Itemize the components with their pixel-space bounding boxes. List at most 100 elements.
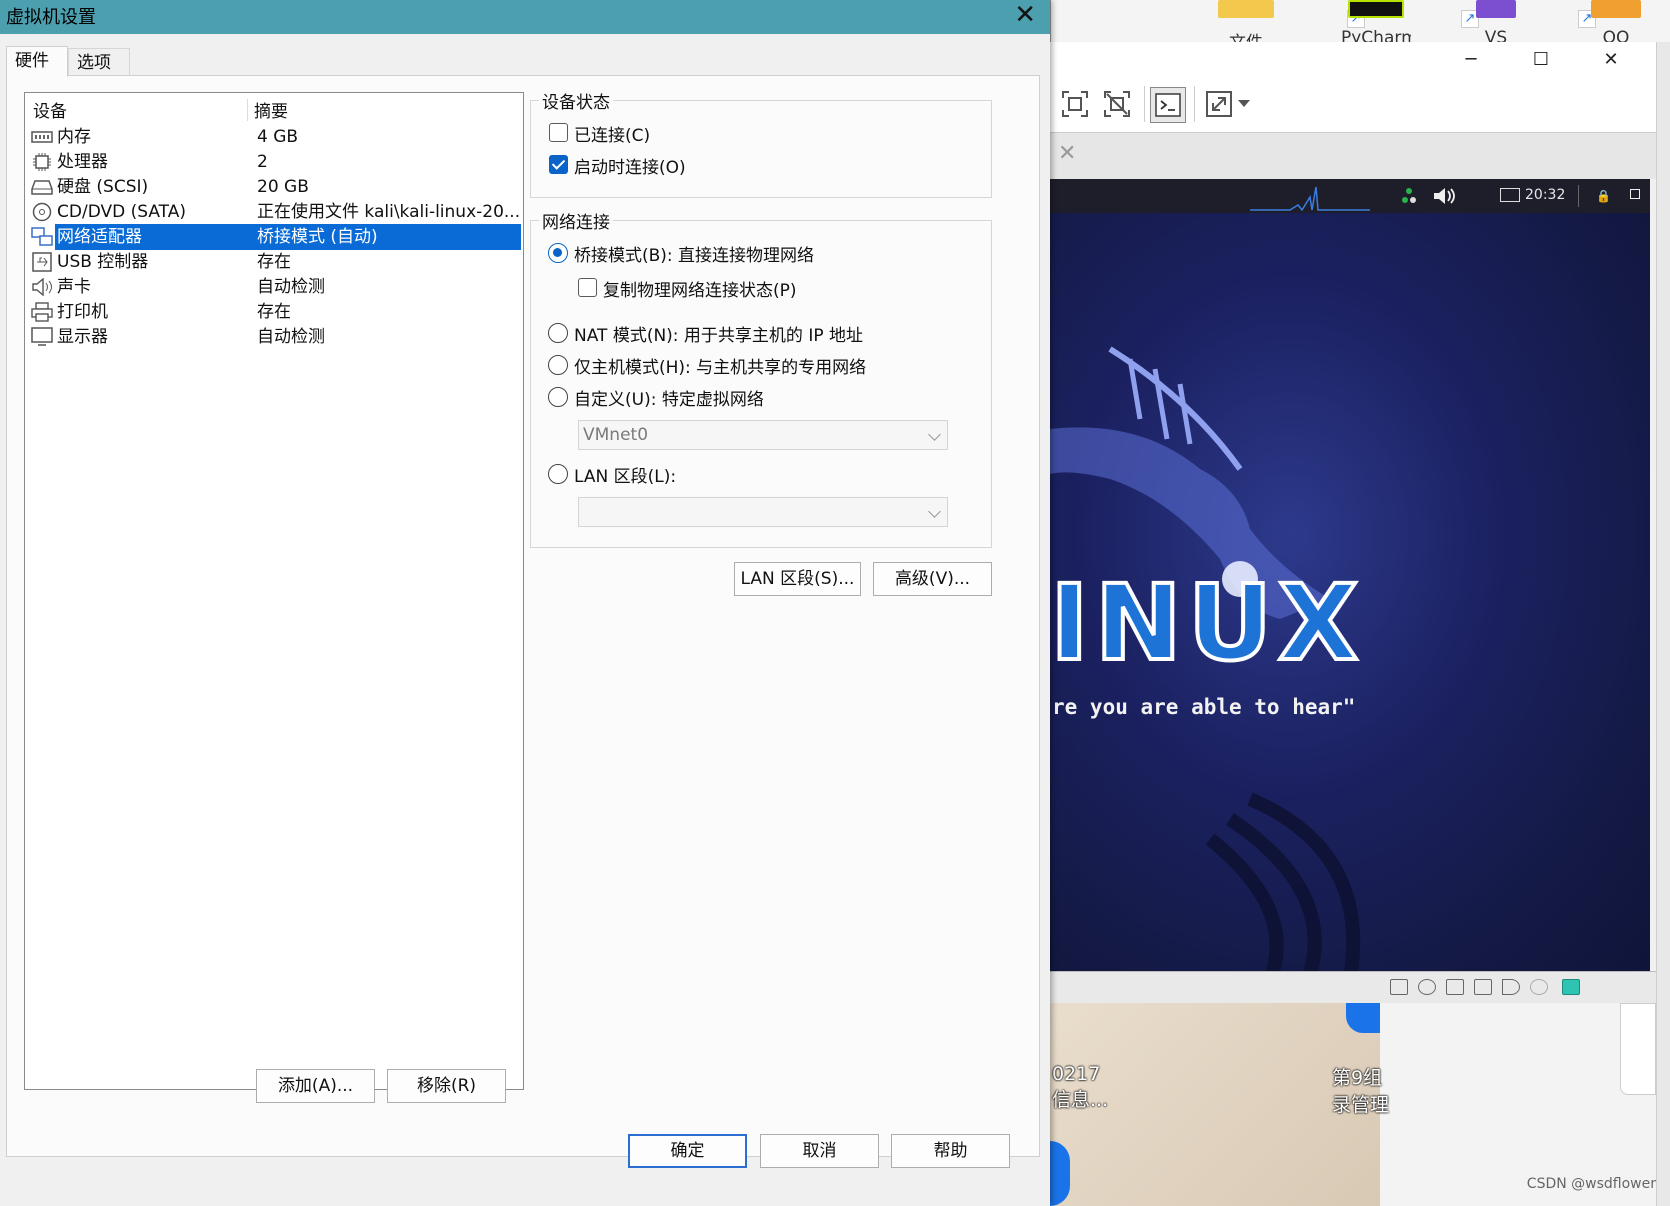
- vmware-toolbar: [1050, 78, 1656, 133]
- desktop-app-pycharm[interactable]: PyCharm: [1341, 0, 1411, 42]
- unity-icon[interactable]: [1100, 87, 1134, 121]
- network-status-icon: [1402, 187, 1416, 205]
- memory-icon: [31, 128, 53, 146]
- connect-on-start-label[interactable]: 启动时连接(O): [574, 153, 686, 178]
- connected-checkbox[interactable]: [549, 123, 568, 142]
- lan-segment-radio[interactable]: [548, 464, 568, 484]
- maximize-icon[interactable]: ☐: [1518, 46, 1564, 74]
- tab-options[interactable]: 选项: [68, 48, 130, 78]
- replicate-state-checkbox[interactable]: [578, 278, 597, 297]
- device-row-memory[interactable]: 内存 4 GB: [27, 124, 521, 150]
- sound-status-icon[interactable]: [1502, 979, 1520, 995]
- lan-segment-select[interactable]: [578, 497, 948, 527]
- cd-dvd-icon: [31, 202, 53, 222]
- device-status-group: 设备状态: [530, 88, 992, 198]
- device-row-usb[interactable]: USB 控制器 存在: [27, 249, 521, 275]
- help-button[interactable]: 帮助: [891, 1134, 1010, 1168]
- close-icon[interactable]: ✕: [1014, 0, 1036, 30]
- host-only-radio[interactable]: [548, 355, 568, 375]
- custom-radio[interactable]: [548, 387, 568, 407]
- header-device[interactable]: 设备: [33, 97, 67, 122]
- device-row-network-adapter[interactable]: 网络适配器 桥接模式 (自动): [27, 224, 521, 250]
- lan-segments-button[interactable]: LAN 区段(S)...: [734, 562, 861, 596]
- header-summary[interactable]: 摘要: [254, 97, 288, 122]
- desktop-icon-label[interactable]: 第9组 录管理: [1332, 1063, 1389, 1117]
- device-row-printer[interactable]: 打印机 存在: [27, 299, 521, 325]
- sound-card-icon: [31, 278, 53, 296]
- power-icon[interactable]: [1630, 189, 1640, 199]
- lan-segment-label[interactable]: LAN 区段(L):: [574, 462, 676, 487]
- stretch-icon[interactable]: [1202, 87, 1236, 121]
- replicate-state-label[interactable]: 复制物理网络连接状态(P): [603, 276, 797, 301]
- desktop-icon-label[interactable]: 0217 信息...: [1052, 1063, 1108, 1112]
- usb-icon: [31, 252, 53, 272]
- device-list[interactable]: 设备 摘要 内存 4 GB 处理器 2 硬盘 (SCSI) 20 GB CD/D…: [24, 92, 524, 1090]
- desktop-app-qq[interactable]: QQ: [1581, 0, 1651, 42]
- tab-hardware[interactable]: 硬件: [6, 46, 68, 77]
- custom-network-select[interactable]: VMnet0: [578, 420, 948, 450]
- device-row-sound-card[interactable]: 声卡 自动检测: [27, 274, 521, 300]
- message-icon[interactable]: [1562, 979, 1580, 995]
- cpu-graph-icon: [1250, 186, 1370, 211]
- console-icon[interactable]: [1150, 87, 1186, 123]
- cancel-button[interactable]: 取消: [760, 1134, 879, 1168]
- minimize-icon[interactable]: ─: [1448, 46, 1494, 74]
- usb-status-icon[interactable]: [1530, 979, 1548, 995]
- network-adapter-icon: [31, 227, 53, 246]
- tab-close-icon[interactable]: ✕: [1058, 141, 1076, 166]
- add-device-button[interactable]: 添加(A)...: [256, 1069, 375, 1103]
- host-only-label[interactable]: 仅主机模式(H): 与主机共享的专用网络: [574, 353, 866, 378]
- desktop-app-icon[interactable]: [1346, 1003, 1380, 1033]
- device-row-display[interactable]: 显示器 自动检测: [27, 324, 521, 350]
- side-panel: [1620, 1003, 1656, 1095]
- display-icon: [31, 327, 53, 346]
- connect-on-start-checkbox[interactable]: [549, 155, 568, 174]
- chevron-down-icon: [928, 428, 941, 441]
- kali-linux-wordmark: INUX: [1050, 562, 1365, 684]
- connected-label[interactable]: 已连接(C): [574, 121, 650, 146]
- dialog-title: 虚拟机设置: [6, 7, 96, 28]
- device-row-processor[interactable]: 处理器 2: [27, 149, 521, 175]
- remove-device-button[interactable]: 移除(R): [387, 1069, 506, 1103]
- advanced-button[interactable]: 高级(V)...: [873, 562, 992, 596]
- nat-label[interactable]: NAT 模式(N): 用于共享主机的 IP 地址: [574, 321, 863, 346]
- vm-settings-dialog: 虚拟机设置 ✕ 硬件 选项 设备 摘要 内存 4 GB 处理器 2 硬盘 (SC…: [0, 0, 1050, 1206]
- scrollbar[interactable]: [1656, 42, 1670, 1206]
- desktop-app-vs[interactable]: VS: [1461, 0, 1531, 42]
- vm-status-bar: [1050, 971, 1656, 1004]
- guest-screen[interactable]: 20:32 🔒 INUX re you are able to hear": [1050, 179, 1650, 971]
- cd-status-icon[interactable]: [1418, 979, 1436, 995]
- volume-icon[interactable]: [1432, 186, 1456, 210]
- device-row-cd-dvd[interactable]: CD/DVD (SATA) 正在使用文件 kali\kali-linux-20.…: [27, 199, 521, 225]
- host-desktop-strip: 文件 ↗ PyCharm ↗ VS ↗ QQ: [1050, 0, 1670, 42]
- fullscreen-icon[interactable]: [1058, 87, 1092, 121]
- guest-clock: 20:32: [1525, 187, 1566, 203]
- network-connection-legend: 网络连接: [539, 208, 613, 233]
- custom-network-value: VMnet0: [583, 425, 649, 445]
- network-status-icon[interactable]: [1446, 979, 1464, 995]
- vm-tab-strip: ✕: [1050, 133, 1656, 179]
- ok-button[interactable]: 确定: [628, 1134, 747, 1168]
- nat-radio[interactable]: [548, 323, 568, 343]
- processor-icon: [31, 153, 53, 171]
- bridged-radio[interactable]: [548, 243, 568, 263]
- printer-icon: [31, 302, 53, 322]
- kali-slogan: re you are able to hear": [1052, 695, 1356, 719]
- custom-label[interactable]: 自定义(U): 特定虚拟网络: [574, 385, 764, 410]
- monitor-icon: [1500, 188, 1520, 202]
- dropdown-arrow-icon[interactable]: [1236, 87, 1252, 121]
- hdd-status-icon[interactable]: [1390, 979, 1408, 995]
- lock-icon[interactable]: 🔒: [1596, 189, 1611, 203]
- desktop-app-files[interactable]: 文件: [1211, 0, 1281, 42]
- printer-status-icon[interactable]: [1474, 979, 1492, 995]
- device-row-hard-disk[interactable]: 硬盘 (SCSI) 20 GB: [27, 174, 521, 200]
- close-icon[interactable]: ✕: [1588, 46, 1634, 74]
- dialog-titlebar: 虚拟机设置 ✕: [0, 0, 1050, 34]
- bridged-label[interactable]: 桥接模式(B): 直接连接物理网络: [574, 241, 814, 266]
- guest-top-panel: 20:32 🔒: [1050, 179, 1650, 213]
- desktop-app-icon[interactable]: [1050, 1141, 1070, 1206]
- vmware-titlebar: ─ ☐ ✕: [1050, 42, 1656, 79]
- device-status-legend: 设备状态: [539, 88, 613, 113]
- chevron-down-icon: [928, 505, 941, 518]
- device-list-header: 设备 摘要: [25, 97, 523, 122]
